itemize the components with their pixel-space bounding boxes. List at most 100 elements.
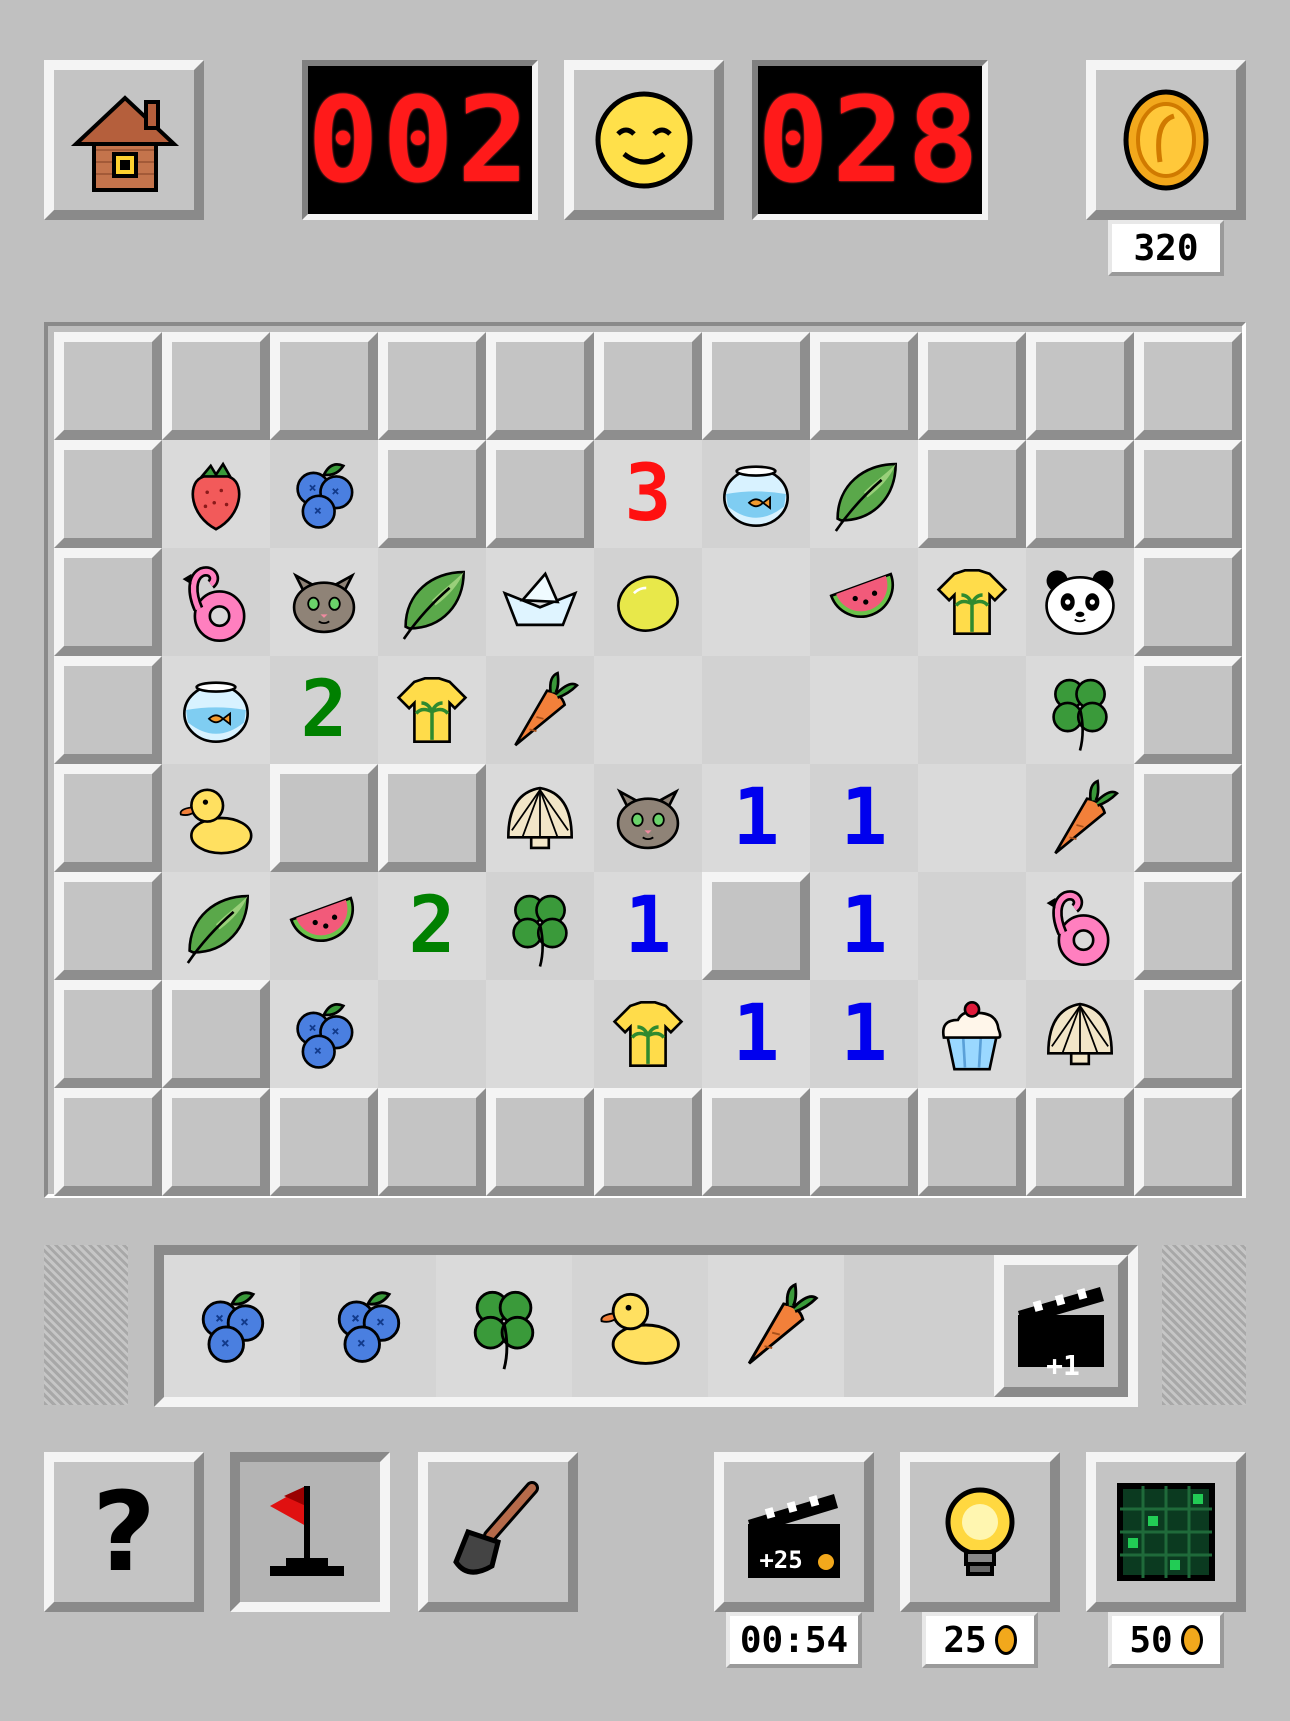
item-cell[interactable]: [1026, 980, 1134, 1088]
item-cell[interactable]: [486, 764, 594, 872]
closed-cell[interactable]: [54, 764, 162, 872]
closed-cell[interactable]: [1026, 1088, 1134, 1196]
item-cell[interactable]: [1026, 764, 1134, 872]
reveal-cost-value: 50: [1129, 1619, 1173, 1661]
closed-cell[interactable]: [918, 1088, 1026, 1196]
closed-cell[interactable]: [918, 440, 1026, 548]
empty-cell[interactable]: [702, 656, 810, 764]
coin-shop-button[interactable]: [1086, 60, 1246, 220]
item-cell[interactable]: [594, 548, 702, 656]
empty-cell[interactable]: [918, 872, 1026, 980]
closed-cell[interactable]: [54, 872, 162, 980]
closed-cell[interactable]: [1026, 332, 1134, 440]
closed-cell[interactable]: [1134, 872, 1242, 980]
number-cell[interactable]: 1: [594, 872, 702, 980]
closed-cell[interactable]: [1134, 656, 1242, 764]
item-cell[interactable]: [378, 548, 486, 656]
closed-cell[interactable]: [918, 332, 1026, 440]
closed-cell[interactable]: [270, 332, 378, 440]
item-cell[interactable]: [918, 548, 1026, 656]
closed-cell[interactable]: [378, 332, 486, 440]
number-cell[interactable]: 1: [702, 980, 810, 1088]
empty-cell[interactable]: [702, 548, 810, 656]
item-cell[interactable]: [486, 548, 594, 656]
shovel-tool-button[interactable]: [418, 1452, 578, 1612]
closed-cell[interactable]: [162, 1088, 270, 1196]
closed-cell[interactable]: [270, 764, 378, 872]
closed-cell[interactable]: [54, 440, 162, 548]
item-cell[interactable]: [1026, 548, 1134, 656]
item-cell[interactable]: [162, 440, 270, 548]
closed-cell[interactable]: [1026, 440, 1134, 548]
item-cell[interactable]: [270, 980, 378, 1088]
number-cell[interactable]: 1: [810, 764, 918, 872]
number-cell[interactable]: 3: [594, 440, 702, 548]
number-cell[interactable]: 1: [810, 872, 918, 980]
number-cell[interactable]: 1: [702, 764, 810, 872]
tray-video-button[interactable]: +1: [994, 1255, 1128, 1397]
closed-cell[interactable]: [378, 1088, 486, 1196]
item-cell[interactable]: [162, 656, 270, 764]
closed-cell[interactable]: [162, 980, 270, 1088]
item-cell[interactable]: [918, 980, 1026, 1088]
item-cell[interactable]: [270, 548, 378, 656]
item-cell[interactable]: [810, 548, 918, 656]
empty-cell[interactable]: [918, 764, 1026, 872]
item-cell[interactable]: [270, 872, 378, 980]
item-cell[interactable]: [1026, 872, 1134, 980]
number-cell[interactable]: 2: [270, 656, 378, 764]
closed-cell[interactable]: [702, 332, 810, 440]
closed-cell[interactable]: [1134, 332, 1242, 440]
number-cell[interactable]: 1: [810, 980, 918, 1088]
empty-cell[interactable]: [594, 656, 702, 764]
closed-cell[interactable]: [1134, 548, 1242, 656]
item-cell[interactable]: [594, 764, 702, 872]
closed-cell[interactable]: [486, 440, 594, 548]
closed-cell[interactable]: [1134, 1088, 1242, 1196]
closed-cell[interactable]: [162, 332, 270, 440]
home-button[interactable]: [44, 60, 204, 220]
closed-cell[interactable]: [702, 1088, 810, 1196]
item-cell[interactable]: [486, 656, 594, 764]
flag-tool-button[interactable]: [230, 1452, 390, 1612]
item-cell[interactable]: [378, 656, 486, 764]
item-cell[interactable]: [162, 548, 270, 656]
item-cell[interactable]: [702, 440, 810, 548]
closed-cell[interactable]: [1134, 764, 1242, 872]
item-cell[interactable]: [486, 872, 594, 980]
closed-cell[interactable]: [54, 332, 162, 440]
closed-cell[interactable]: [1134, 440, 1242, 548]
closed-cell[interactable]: [594, 1088, 702, 1196]
closed-cell[interactable]: [54, 548, 162, 656]
hint-button[interactable]: [900, 1452, 1060, 1612]
closed-cell[interactable]: [54, 656, 162, 764]
reveal-button[interactable]: [1086, 1452, 1246, 1612]
empty-cell[interactable]: [378, 980, 486, 1088]
closed-cell[interactable]: [810, 332, 918, 440]
empty-cell[interactable]: [810, 656, 918, 764]
empty-cell[interactable]: [918, 656, 1026, 764]
item-cell[interactable]: [594, 980, 702, 1088]
closed-cell[interactable]: [486, 332, 594, 440]
cell-number: 1: [732, 989, 780, 1079]
closed-cell[interactable]: [378, 440, 486, 548]
item-cell[interactable]: [810, 440, 918, 548]
item-cell[interactable]: [1026, 656, 1134, 764]
closed-cell[interactable]: [378, 764, 486, 872]
closed-cell[interactable]: [270, 1088, 378, 1196]
face-button[interactable]: [564, 60, 724, 220]
number-cell[interactable]: 2: [378, 872, 486, 980]
help-button[interactable]: ?: [44, 1452, 204, 1612]
closed-cell[interactable]: [810, 1088, 918, 1196]
empty-cell[interactable]: [486, 980, 594, 1088]
item-cell[interactable]: [270, 440, 378, 548]
closed-cell[interactable]: [54, 1088, 162, 1196]
item-cell[interactable]: [162, 764, 270, 872]
closed-cell[interactable]: [594, 332, 702, 440]
item-cell[interactable]: [162, 872, 270, 980]
closed-cell[interactable]: [702, 872, 810, 980]
video-reward-button[interactable]: +25: [714, 1452, 874, 1612]
closed-cell[interactable]: [1134, 980, 1242, 1088]
closed-cell[interactable]: [486, 1088, 594, 1196]
closed-cell[interactable]: [54, 980, 162, 1088]
